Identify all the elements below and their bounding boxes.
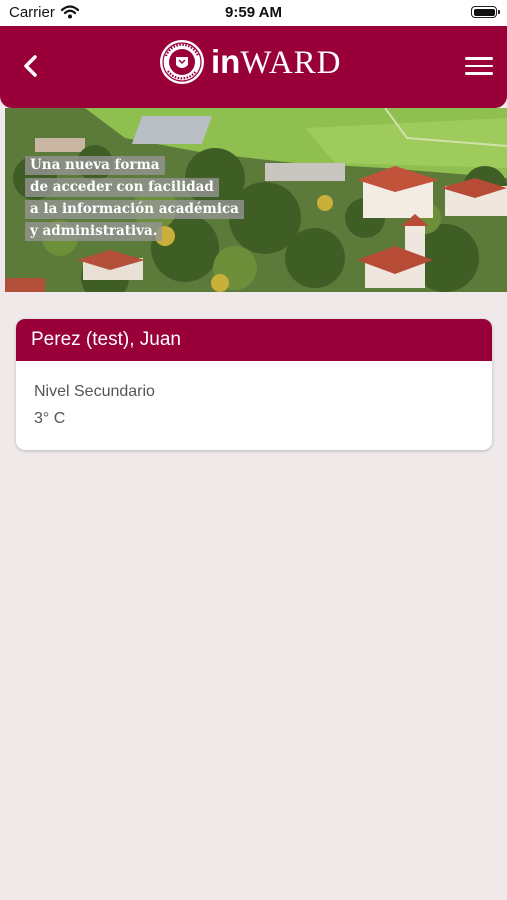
hero-tagline-line: y administrativa. bbox=[25, 222, 163, 241]
logo-wordmark: inWARD bbox=[211, 45, 342, 80]
hero-banner: Una nueva forma de acceder con facilidad… bbox=[5, 108, 507, 292]
app-header: inWARD bbox=[0, 26, 507, 108]
status-bar: Carrier 9:59 AM bbox=[0, 0, 507, 26]
hero-tagline-line: de acceder con facilidad bbox=[25, 178, 219, 197]
logo-ward-text: WARD bbox=[240, 44, 342, 81]
hero-tagline: Una nueva forma de acceder con facilidad… bbox=[25, 156, 244, 244]
hero-tagline-line: Una nueva forma bbox=[25, 156, 165, 175]
student-grade: 3° C bbox=[34, 410, 66, 427]
hamburger-menu-button[interactable] bbox=[463, 52, 495, 80]
battery-icon bbox=[471, 6, 500, 18]
student-level: Nivel Secundario bbox=[34, 383, 155, 400]
back-button[interactable] bbox=[14, 48, 50, 84]
clock: 9:59 AM bbox=[225, 4, 282, 21]
back-chevron-icon bbox=[24, 55, 37, 77]
student-details: Nivel Secundario 3° C bbox=[16, 361, 492, 428]
school-seal-logo bbox=[160, 40, 204, 84]
student-name: Perez (test), Juan bbox=[16, 319, 492, 361]
student-card[interactable]: Perez (test), Juan Nivel Secundario 3° C bbox=[16, 319, 492, 450]
logo-in-text: in bbox=[211, 42, 241, 80]
app-logo: inWARD bbox=[159, 39, 342, 85]
hamburger-menu-icon bbox=[463, 57, 495, 75]
hero-tagline-line: a la información académica bbox=[25, 200, 244, 219]
